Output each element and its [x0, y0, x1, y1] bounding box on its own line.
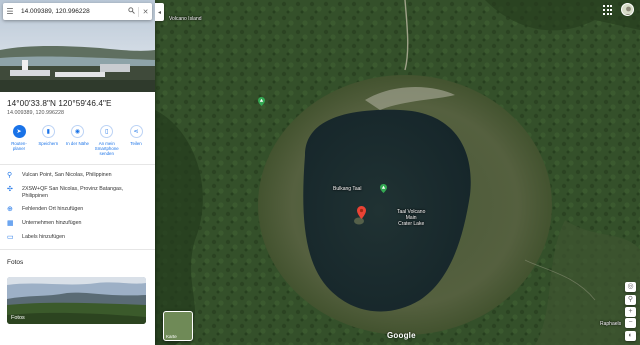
add-business-text: Unternehmen hinzufügen [22, 220, 82, 226]
info-list: ⚲ Vulcan Point, San Nicolas, Philippinen… [0, 165, 155, 250]
map-pin-icon: ⚲ [7, 172, 13, 179]
photos-heading: Fotos [7, 259, 24, 266]
phone-icon: ▯ [100, 125, 114, 138]
share-label: Teilen [130, 141, 142, 146]
account-avatar[interactable] [621, 3, 634, 16]
collapse-panel-button[interactable]: ◂ [155, 3, 164, 21]
google-apps-icon[interactable] [603, 5, 613, 15]
search-glyph-icon [128, 7, 135, 14]
satellite-map[interactable]: Volcano Island Bulkang Taal Taal Volcano… [155, 0, 640, 345]
layers-toggle-button[interactable]: Karte [163, 311, 193, 341]
poi-volcano-icon[interactable] [380, 184, 387, 193]
globe-view-icon[interactable]: ◐ [625, 331, 636, 341]
add-place-icon: ⊕ [7, 206, 13, 213]
photos-card-caption: Fotos [11, 315, 25, 321]
layers-label: Karte [166, 334, 177, 339]
location-text: Vulcan Point, San Nicolas, Philippinen [22, 172, 112, 178]
location-pin-icon[interactable] [357, 206, 366, 219]
add-missing-text: Fehlenden Ort hinzufügen [22, 206, 84, 212]
info-row-add-label[interactable]: ▭ Labels hinzufügen [0, 231, 155, 245]
map-label-volcano-island[interactable]: Volcano Island [169, 16, 202, 22]
nearby-button[interactable]: ◉ In der Nähe [65, 125, 91, 164]
save-button[interactable]: ▮ Speichern [35, 125, 61, 164]
map-label-raphaels[interactable]: Raphaels [600, 321, 621, 327]
action-bar: ➤ Routen- planer ▮ Speichern ◉ In der Nä… [0, 116, 155, 165]
label-icon: ▭ [7, 234, 14, 241]
search-input[interactable]: 14.009389, 120.996228 [17, 8, 125, 15]
zoom-out-button[interactable]: − [625, 318, 636, 328]
plus-code-icon: ✣ [7, 186, 13, 193]
pluscode-text: 2XSW+QF San Nicolas, Provinz Batangas, P… [22, 186, 124, 199]
send-to-phone-button[interactable]: ▯ An mein Smartphone senden [94, 125, 120, 164]
place-subtitle: 14.009389, 120.996228 [7, 110, 64, 116]
bookmark-icon: ▮ [41, 125, 55, 138]
zoom-in-button[interactable]: + [625, 307, 636, 317]
search-box[interactable]: ☰ 14.009389, 120.996228 ✕ [3, 3, 152, 20]
directions-label: Routen- planer [11, 141, 27, 152]
add-label-text: Labels hinzufügen [22, 234, 65, 240]
share-button[interactable]: ⋖ Teilen [123, 125, 149, 164]
info-row-location[interactable]: ⚲ Vulcan Point, San Nicolas, Philippinen [0, 169, 155, 183]
google-logo: Google [387, 331, 416, 340]
place-title: 14°00'33.8"N 120°59'46.4"E [7, 99, 112, 108]
poi-marker-icon[interactable] [258, 97, 265, 106]
directions-button[interactable]: ➤ Routen- planer [6, 125, 32, 164]
send-to-phone-label: An mein Smartphone senden [94, 141, 119, 157]
menu-icon[interactable]: ☰ [3, 7, 17, 16]
photos-card[interactable]: Fotos [7, 277, 146, 324]
map-label-crater-lake[interactable]: Taal Volcano Main Crater Lake [397, 209, 425, 227]
save-label: Speichern [38, 141, 59, 146]
directions-icon: ➤ [12, 125, 26, 138]
side-panel: ☰ 14.009389, 120.996228 ✕ 14°00'33.8"N 1… [0, 0, 155, 345]
pegman-icon[interactable]: ⚲ [625, 295, 636, 305]
satellite-terrain [155, 0, 640, 345]
compass-icon[interactable]: ◎ [625, 282, 636, 292]
info-row-add-missing-place[interactable]: ⊕ Fehlenden Ort hinzufügen [0, 203, 155, 217]
place-hero-photo[interactable]: ☰ 14.009389, 120.996228 ✕ [0, 0, 155, 92]
info-row-pluscode[interactable]: ✣ 2XSW+QF San Nicolas, Provinz Batangas,… [0, 183, 155, 203]
nearby-label: In der Nähe [66, 141, 89, 146]
info-row-add-business[interactable]: ▦ Unternehmen hinzufügen [0, 217, 155, 231]
map-label-bulkang-taal[interactable]: Bulkang Taal [333, 186, 362, 192]
photos-card-image [7, 277, 146, 324]
search-icon[interactable] [125, 7, 138, 16]
chevron-left-icon: ◂ [157, 9, 161, 16]
business-icon: ▦ [7, 220, 14, 227]
share-icon: ⋖ [129, 125, 143, 138]
close-icon[interactable]: ✕ [139, 8, 152, 16]
nearby-icon: ◉ [71, 125, 84, 138]
